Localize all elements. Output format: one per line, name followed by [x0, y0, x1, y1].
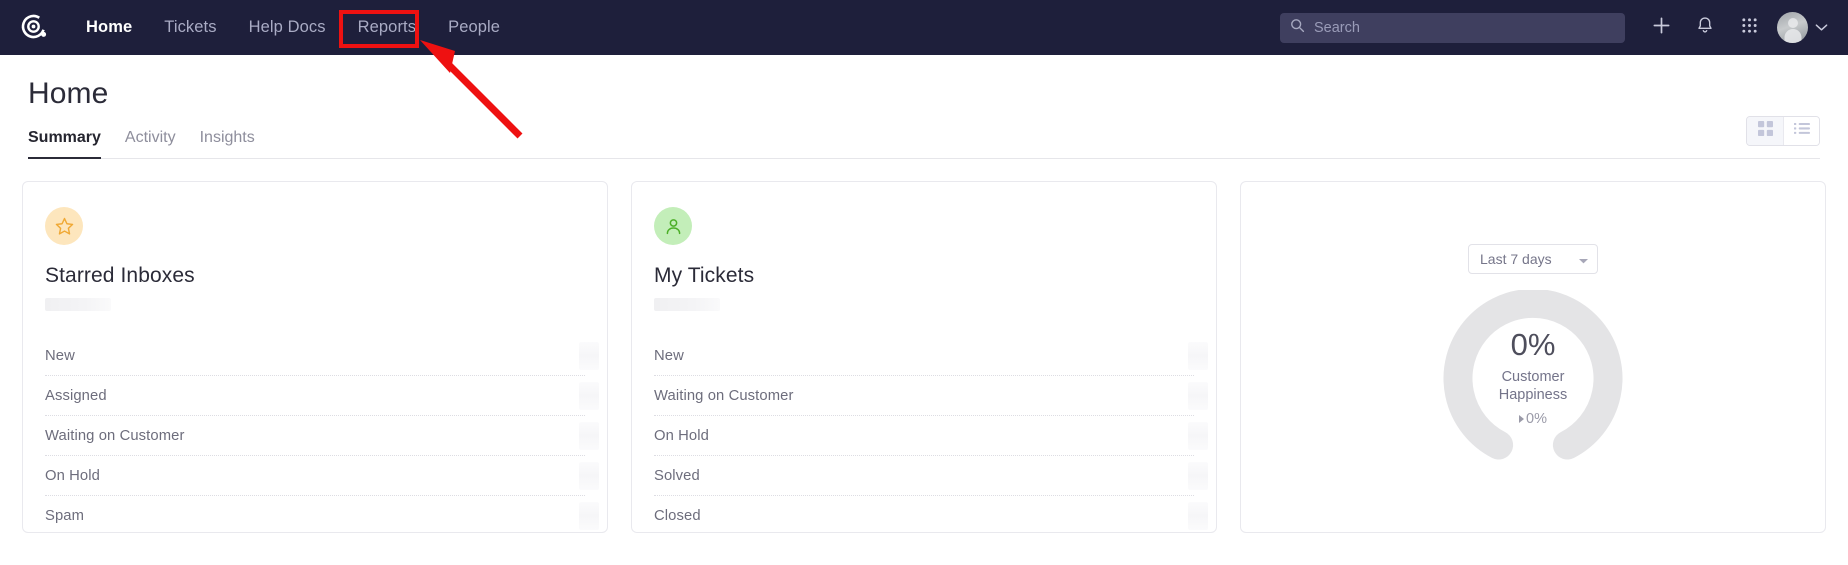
topnav-right-actions: [1280, 0, 1834, 55]
card-subtitle-placeholder: [45, 298, 111, 311]
person-icon: [654, 207, 692, 245]
page-title: Home: [28, 77, 109, 110]
nav-link-home[interactable]: Home: [70, 0, 148, 55]
list-item[interactable]: Waiting on Customer: [654, 376, 1208, 416]
card-header: My Tickets: [632, 182, 1216, 311]
card-subtitle-placeholder: [654, 298, 720, 311]
add-new-button[interactable]: [1639, 0, 1683, 55]
row-label: New: [45, 347, 75, 364]
status-rows: New Assigned Waiting on Customer On Hold…: [23, 336, 607, 532]
list-item[interactable]: New: [45, 336, 599, 376]
row-value-placeholder: [579, 461, 599, 490]
gauge-percent-value: 0%: [1510, 327, 1556, 363]
chevron-down-icon: [1815, 19, 1828, 37]
row-label: On Hold: [654, 427, 709, 444]
bell-icon: [1696, 16, 1714, 40]
list-item[interactable]: Solved: [654, 456, 1208, 496]
view-toggle-group: [1746, 116, 1820, 146]
top-navigation-bar: Home Tickets Help Docs Reports People: [0, 0, 1848, 55]
tab-insights[interactable]: Insights: [188, 129, 267, 158]
search-box[interactable]: [1280, 12, 1625, 43]
row-value-placeholder: [579, 502, 599, 530]
list-view-icon: [1793, 122, 1810, 141]
gauge-delta: 0%: [1519, 411, 1547, 427]
tab-activity[interactable]: Activity: [113, 129, 188, 158]
card-title: Starred Inboxes: [45, 264, 195, 287]
card-title: My Tickets: [654, 264, 755, 287]
primary-nav-links: Home Tickets Help Docs Reports People: [70, 0, 516, 55]
gauge-delta-value: 0%: [1526, 410, 1547, 427]
list-item[interactable]: New: [654, 336, 1208, 376]
row-label: On Hold: [45, 467, 100, 484]
list-item[interactable]: On Hold: [45, 456, 599, 496]
row-value-placeholder: [1188, 461, 1208, 490]
list-view-button[interactable]: [1783, 117, 1819, 145]
list-item[interactable]: Waiting on Customer: [45, 416, 599, 456]
gauge-label: Customer Happiness: [1499, 369, 1568, 403]
row-label: Spam: [45, 508, 85, 524]
row-label: Solved: [654, 467, 700, 484]
row-label: Waiting on Customer: [45, 427, 185, 444]
notifications-button[interactable]: [1683, 0, 1727, 55]
row-label: Assigned: [45, 387, 107, 404]
nav-link-help-docs[interactable]: Help Docs: [233, 0, 342, 55]
row-value-placeholder: [579, 381, 599, 410]
card-header: Starred Inboxes: [23, 182, 607, 311]
profile-menu-button[interactable]: [1810, 0, 1832, 55]
gauge-label-line2: Happiness: [1498, 386, 1568, 403]
grid-view-icon: [1757, 121, 1773, 141]
nav-link-tickets[interactable]: Tickets: [148, 0, 232, 55]
star-icon: [45, 207, 83, 245]
starred-inboxes-card[interactable]: Starred Inboxes New Assigned Waiting on …: [22, 181, 608, 533]
gauge-card-inner: Last 7 days 0% Customer Happiness 0%: [1241, 182, 1825, 532]
status-rows: New Waiting on Customer On Hold Solved C…: [632, 336, 1216, 532]
summary-cards: Starred Inboxes New Assigned Waiting on …: [0, 159, 1848, 533]
period-select[interactable]: Last 7 days: [1468, 244, 1598, 274]
row-label: Closed: [654, 508, 701, 524]
plus-icon: [1652, 16, 1671, 40]
my-tickets-card[interactable]: My Tickets New Waiting on Customer On Ho…: [631, 181, 1217, 533]
grid-apps-icon: [1741, 17, 1758, 39]
row-label: Waiting on Customer: [654, 387, 794, 404]
list-item[interactable]: Spam: [45, 496, 599, 532]
triangle-right-icon: [1519, 414, 1525, 423]
tab-summary[interactable]: Summary: [28, 129, 113, 159]
search-icon: [1290, 18, 1305, 38]
row-value-placeholder: [1188, 421, 1208, 450]
row-label: New: [654, 347, 684, 364]
row-value-placeholder: [1188, 502, 1208, 530]
gauge-label-line1: Customer: [1501, 369, 1565, 386]
row-value-placeholder: [579, 421, 599, 450]
row-value-placeholder: [579, 341, 599, 370]
list-item[interactable]: Closed: [654, 496, 1208, 532]
freshdesk-logo-icon[interactable]: [14, 7, 56, 49]
page-header: Home Summary Activity Insights: [0, 55, 1848, 159]
row-value-placeholder: [1188, 381, 1208, 410]
nav-link-reports[interactable]: Reports: [342, 0, 432, 55]
search-input[interactable]: [1314, 19, 1615, 36]
grid-view-button[interactable]: [1747, 117, 1783, 145]
happiness-gauge: 0% Customer Happiness 0%: [1443, 288, 1623, 470]
customer-happiness-card[interactable]: Last 7 days 0% Customer Happiness 0%: [1240, 181, 1826, 533]
chevron-down-icon: [1579, 251, 1588, 267]
row-value-placeholder: [1188, 341, 1208, 370]
apps-grid-button[interactable]: [1727, 0, 1771, 55]
page-tabs: Summary Activity Insights: [28, 116, 1820, 159]
gauge-center-labels: 0% Customer Happiness 0%: [1443, 290, 1623, 470]
avatar[interactable]: [1777, 12, 1808, 43]
list-item[interactable]: On Hold: [654, 416, 1208, 456]
nav-link-people[interactable]: People: [432, 0, 516, 55]
period-select-label: Last 7 days: [1480, 251, 1552, 267]
list-item[interactable]: Assigned: [45, 376, 599, 416]
